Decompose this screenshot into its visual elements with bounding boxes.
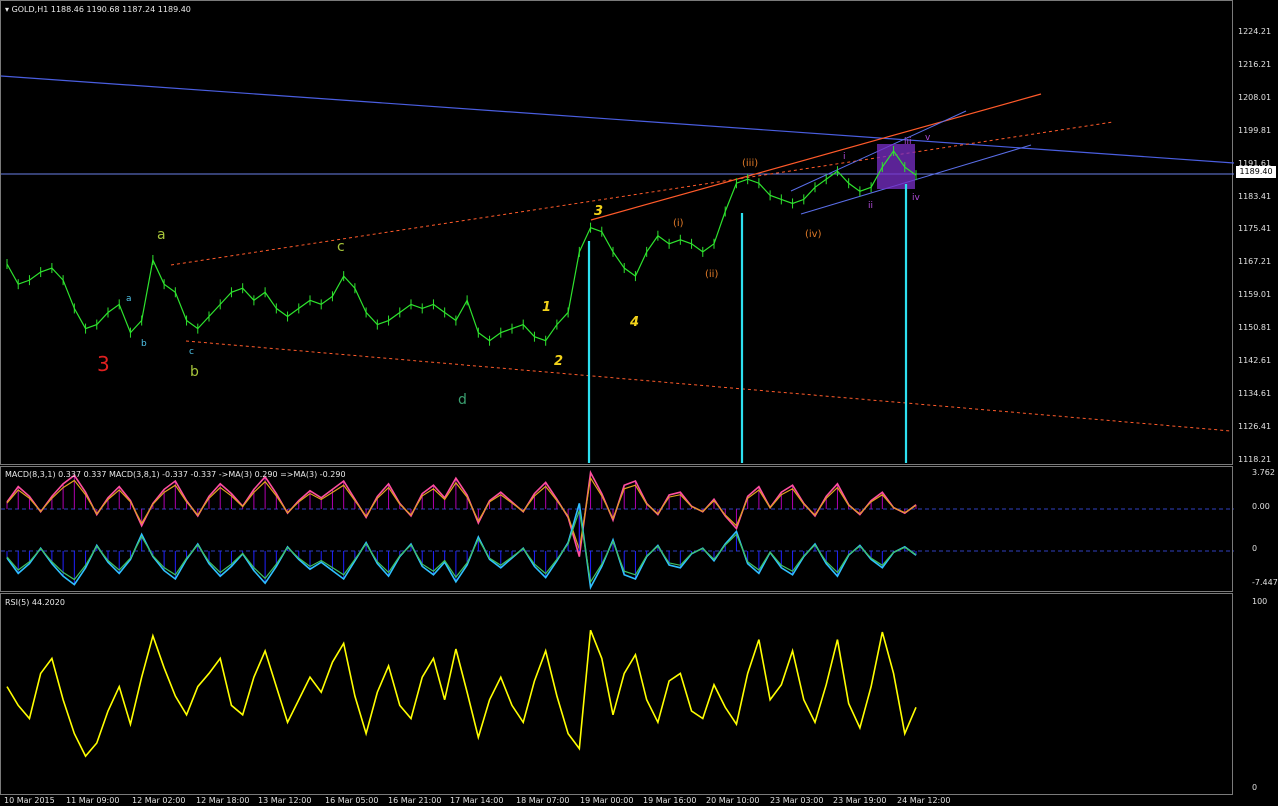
ohlc-close: 1189.40	[157, 5, 191, 14]
blue-resistance-line	[1, 75, 1234, 164]
wave-label: c	[189, 347, 194, 357]
macd-signal-line	[6, 470, 917, 557]
price-axis: 1224.21 1216.21 1208.01 1199.81 1191.61 1183.…	[1234, 0, 1278, 465]
macd-tick-label: 0.00	[1252, 502, 1270, 511]
wave-label: (iv)	[805, 229, 822, 240]
wave-label: d	[458, 392, 467, 408]
rsi-line	[6, 629, 917, 758]
wave-label: 1	[542, 300, 551, 315]
rsi-tick-100: 100	[1252, 597, 1268, 606]
price-chart-pane[interactable]: 3 a b c d 1 2 3 4 (i) (ii) (iii) (iv) i ii iii iv v a b c ▾ …	[0, 0, 1234, 465]
wave-label: (i)	[673, 218, 684, 229]
wave-label: 4	[629, 315, 639, 330]
price-tick-label: 1118.21	[1238, 454, 1272, 464]
time-tick-label: 16 Mar 05:00	[325, 796, 379, 805]
time-tick-label: 12 Mar 18:00	[196, 796, 250, 805]
time-tick-label: 10 Mar 2015	[4, 796, 55, 805]
price-tick-label: 1216.21	[1238, 59, 1272, 69]
macd-signal-line	[6, 503, 917, 590]
wave-label: (ii)	[705, 269, 718, 280]
ohlc-high: 1190.68	[86, 5, 120, 14]
wave-label: a	[157, 227, 166, 243]
collapse-arrow-icon[interactable]: ▾	[5, 5, 9, 14]
price-tick-label: 1167.21	[1238, 257, 1272, 267]
wave-label: 3	[594, 204, 603, 219]
rsi-tick-0: 0	[1252, 783, 1258, 792]
macd-tick-label: -7.447	[1252, 578, 1278, 587]
price-chart-svg: 3abcd1234(i)(ii)(iii)(iv)iiiiiiivvabc	[1, 75, 1234, 463]
time-tick-label: 23 Mar 03:00	[770, 796, 824, 805]
orange-lower-dashed-line	[185, 340, 1232, 432]
wave-label: a	[126, 294, 132, 304]
price-tick-label: 1199.81	[1238, 125, 1272, 135]
orange-channel-line	[590, 93, 1042, 221]
wave-label: i	[843, 152, 846, 162]
macd-axis: 3.762 0.00 0 -7.447	[1234, 466, 1278, 592]
macd-tick-label: 3.762	[1252, 468, 1275, 477]
wave-label: c	[337, 239, 345, 255]
price-tick-label: 1150.81	[1238, 323, 1272, 333]
rsi-title: RSI(5) 44.2020	[5, 598, 65, 607]
price-tick-label: 1126.41	[1238, 421, 1272, 431]
symbol-label: GOLD,H1	[11, 5, 49, 14]
time-tick-label: 19 Mar 16:00	[643, 796, 697, 805]
price-tick-label: 1134.61	[1238, 388, 1272, 398]
time-tick-label: 20 Mar 10:00	[706, 796, 760, 805]
price-tick-label: 1183.41	[1238, 191, 1272, 201]
macd-tick-label: 0	[1252, 544, 1258, 553]
price-line	[6, 149, 917, 342]
wave-label: b	[141, 339, 147, 349]
price-tick-label: 1142.61	[1238, 356, 1272, 365]
price-tick-label: 1208.01	[1238, 92, 1272, 102]
macd-title: MACD(8,3,1) 0.337 0.337 MACD(3,8,1) -0.3…	[5, 470, 346, 479]
time-tick-label: 11 Mar 09:00	[66, 796, 120, 805]
price-tick-label: 1175.41	[1238, 224, 1272, 234]
chart-title: ▾ GOLD,H1 1188.46 1190.68 1187.24 1189.4…	[5, 5, 191, 14]
rsi-pane[interactable]: RSI(5) 44.2020	[0, 593, 1233, 795]
current-price-tag: 1189.40	[1236, 166, 1276, 178]
rsi-svg	[6, 629, 917, 758]
orange-upper-dashed-line	[170, 121, 1114, 266]
time-tick-label: 24 Mar 12:00	[897, 796, 951, 805]
wave-label: b	[190, 364, 199, 380]
wave-label: (iii)	[742, 158, 758, 169]
time-tick-label: 19 Mar 00:00	[580, 796, 634, 805]
time-tick-label: 12 Mar 02:00	[132, 796, 186, 805]
time-tick-label: 17 Mar 14:00	[450, 796, 504, 805]
rsi-axis: 100 0	[1234, 593, 1278, 795]
wave-label: v	[925, 133, 931, 143]
price-tick-label: 1224.21	[1238, 27, 1272, 36]
macd-svg	[1, 470, 1234, 590]
wave-label: 3	[97, 352, 110, 376]
wave-label: iv	[912, 193, 921, 203]
wave-label: iii	[904, 137, 912, 147]
ohlc-open: 1188.46	[50, 5, 84, 14]
time-tick-label: 16 Mar 21:00	[388, 796, 442, 805]
price-tick-label: 1159.01	[1238, 290, 1272, 300]
time-tick-label: 23 Mar 19:00	[833, 796, 887, 805]
wave-label: ii	[868, 201, 873, 211]
wave-label: 2	[554, 354, 563, 369]
ohlc-low: 1187.24	[122, 5, 156, 14]
macd-pane[interactable]: MACD(8,3,1) 0.337 0.337 MACD(3,8,1) -0.3…	[0, 466, 1234, 592]
time-tick-label: 13 Mar 12:00	[258, 796, 312, 805]
time-tick-label: 18 Mar 07:00	[516, 796, 570, 805]
